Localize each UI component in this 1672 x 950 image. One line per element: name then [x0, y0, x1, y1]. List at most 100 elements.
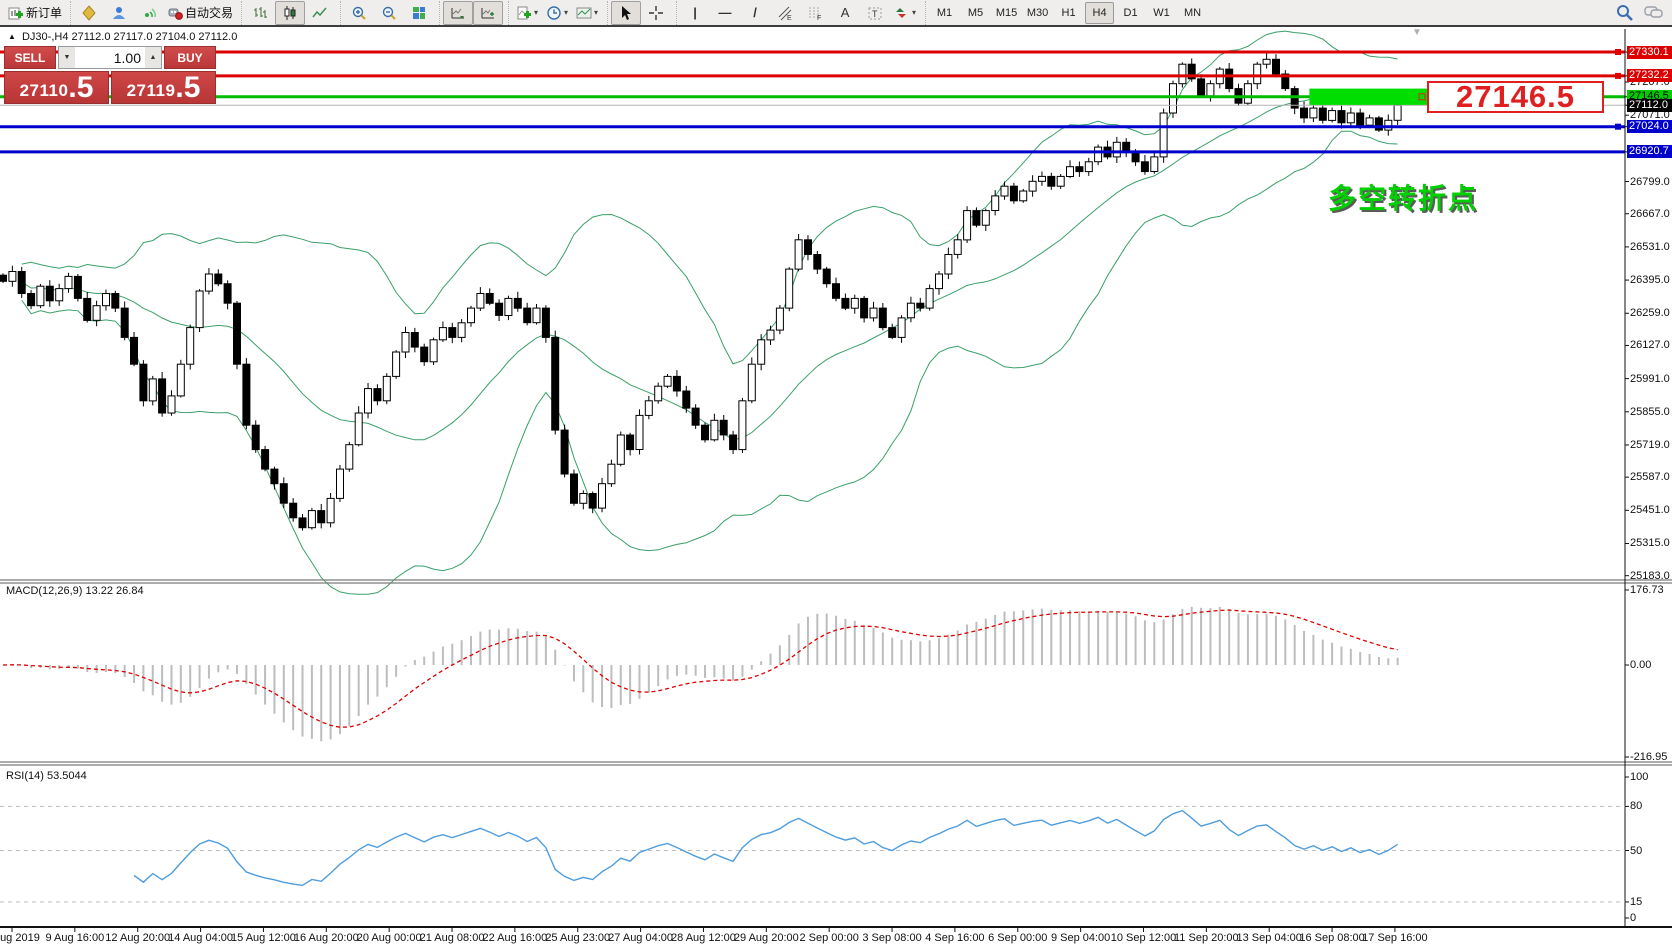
panel-frames: [0, 29, 1672, 927]
macd-header: MACD(12,26,9) 13.22 26.84: [6, 585, 144, 597]
date-label: 3 Sep 08:00: [862, 932, 921, 944]
chart-shift-marker-icon[interactable]: ▼: [1412, 27, 1422, 38]
fibonacci-icon: F: [807, 5, 823, 21]
chart-canvas[interactable]: [0, 0, 1672, 950]
svg-text:E: E: [787, 15, 792, 21]
zoom-in-button[interactable]: [344, 1, 374, 25]
line-chart-button[interactable]: [305, 1, 335, 25]
timeframe-button-m15[interactable]: M15: [992, 2, 1021, 24]
axis-label: 25183.0: [1630, 570, 1670, 582]
timeframe-button-m1[interactable]: M1: [930, 2, 959, 24]
periods-caret: ▾: [564, 9, 568, 17]
text-button[interactable]: A: [830, 1, 860, 25]
crosshair-button[interactable]: [641, 1, 671, 25]
buy-price-main: 27119: [127, 80, 176, 102]
date-label: 8 Aug 2019: [0, 932, 40, 944]
sell-price-display[interactable]: 27110 .5: [4, 71, 109, 104]
toolbar-group-zoom: [340, 1, 437, 25]
autotrading-button[interactable]: 自动交易: [164, 1, 236, 25]
line-chart-icon: [312, 5, 328, 21]
axis-label: 0: [1630, 912, 1636, 924]
indicators-caret: ▾: [534, 9, 538, 17]
date-label: 20 Aug 00:00: [357, 932, 422, 944]
tile-windows-button[interactable]: [404, 1, 434, 25]
price-tag: 27112.0: [1627, 99, 1672, 112]
indicators-button[interactable]: ▾: [512, 1, 542, 25]
arrows-icon: [894, 5, 910, 21]
community-icon: [111, 5, 127, 21]
timeframe-button-h1[interactable]: H1: [1054, 2, 1083, 24]
timeframe-button-m5[interactable]: M5: [961, 2, 990, 24]
metaeditor-icon: [81, 5, 97, 21]
axis-label: 26531.0: [1630, 241, 1670, 253]
date-label: 27 Aug 04:00: [608, 932, 673, 944]
price-callout-label[interactable]: 27146.5: [1427, 81, 1604, 113]
candlestick-button[interactable]: [275, 1, 305, 25]
trendline-button[interactable]: /: [740, 1, 770, 25]
toolbar-group-services: 自动交易: [70, 1, 239, 25]
date-label: 15 Aug 12:00: [231, 932, 296, 944]
arrows-caret: ▾: [912, 9, 916, 17]
new-order-button[interactable]: 新订单: [5, 1, 65, 25]
axis-label: 26127.0: [1630, 339, 1670, 351]
timeframe-button-mn[interactable]: MN: [1178, 2, 1207, 24]
date-label: 16 Sep 08:00: [1299, 932, 1364, 944]
toolbar-group-insert: ▾ ▾ ▾: [508, 1, 605, 25]
new-order-label: 新订单: [26, 4, 62, 21]
green-zone-rect[interactable]: [1309, 89, 1429, 105]
sell-button[interactable]: SELL: [4, 46, 56, 69]
macd-indicator: [3, 607, 1398, 742]
chart-shift-button[interactable]: [473, 1, 503, 25]
fibonacci-button[interactable]: F: [800, 1, 830, 25]
date-label: 4 Sep 16:00: [925, 932, 984, 944]
cursor-button[interactable]: [611, 1, 641, 25]
timeframe-button-d1[interactable]: D1: [1116, 2, 1145, 24]
signals-button[interactable]: [134, 1, 164, 25]
axis-label: -216.95: [1630, 751, 1667, 763]
ohlc-close: 27112.0: [198, 31, 237, 43]
equidistant-channel-icon: E: [777, 5, 793, 21]
timeframe-button-h4[interactable]: H4: [1085, 2, 1114, 24]
axis-label: 80: [1630, 800, 1642, 812]
toolbar-right: [1616, 4, 1672, 22]
ohlc-high: 27117.0: [114, 31, 153, 43]
axis-label: 26667.0: [1630, 208, 1670, 220]
date-label: 9 Sep 04:00: [1051, 932, 1110, 944]
date-label: 12 Aug 20:00: [105, 932, 170, 944]
zoom-out-icon: [381, 5, 397, 21]
timeframe-button-w1[interactable]: W1: [1147, 2, 1176, 24]
volume-decrease-button[interactable]: ▼: [59, 47, 75, 68]
community-button[interactable]: [104, 1, 134, 25]
templates-icon: [576, 5, 592, 21]
search-icon[interactable]: [1616, 4, 1634, 22]
volume-input[interactable]: [75, 47, 145, 68]
toolbar-group-objects: | — / E F A T ▾: [676, 1, 923, 25]
axis-label: 25315.0: [1630, 537, 1670, 549]
channel-button[interactable]: E: [770, 1, 800, 25]
vertical-line-button[interactable]: |: [680, 1, 710, 25]
svg-text:T: T: [872, 9, 878, 19]
date-label: 14 Aug 04:00: [168, 932, 233, 944]
chat-icon[interactable]: [1644, 5, 1664, 21]
metaeditor-button[interactable]: [74, 1, 104, 25]
autoscroll-button[interactable]: [443, 1, 473, 25]
volume-increase-button[interactable]: ▲: [145, 47, 161, 68]
horizontal-line-button[interactable]: —: [710, 1, 740, 25]
arrows-button[interactable]: ▾: [890, 1, 920, 25]
candles[interactable]: [0, 53, 1401, 531]
templates-button[interactable]: ▾: [572, 1, 602, 25]
text-label-button[interactable]: T: [860, 1, 890, 25]
buy-price-display[interactable]: 27119 .5: [111, 71, 216, 104]
collapse-arrow-icon[interactable]: ▲: [8, 32, 16, 41]
date-label: 16 Aug 20:00: [294, 932, 359, 944]
periods-button[interactable]: ▾: [542, 1, 572, 25]
vertical-line-icon: |: [693, 6, 697, 19]
signals-icon: [141, 5, 157, 21]
buy-button[interactable]: BUY: [164, 46, 216, 69]
date-label: 13 Sep 04:00: [1236, 932, 1301, 944]
horizontal-line-icon: —: [719, 6, 732, 19]
bar-chart-button[interactable]: [245, 1, 275, 25]
timeframe-button-m30[interactable]: M30: [1023, 2, 1052, 24]
zoom-out-button[interactable]: [374, 1, 404, 25]
chinese-note-label[interactable]: 多空转折点: [1328, 177, 1478, 217]
